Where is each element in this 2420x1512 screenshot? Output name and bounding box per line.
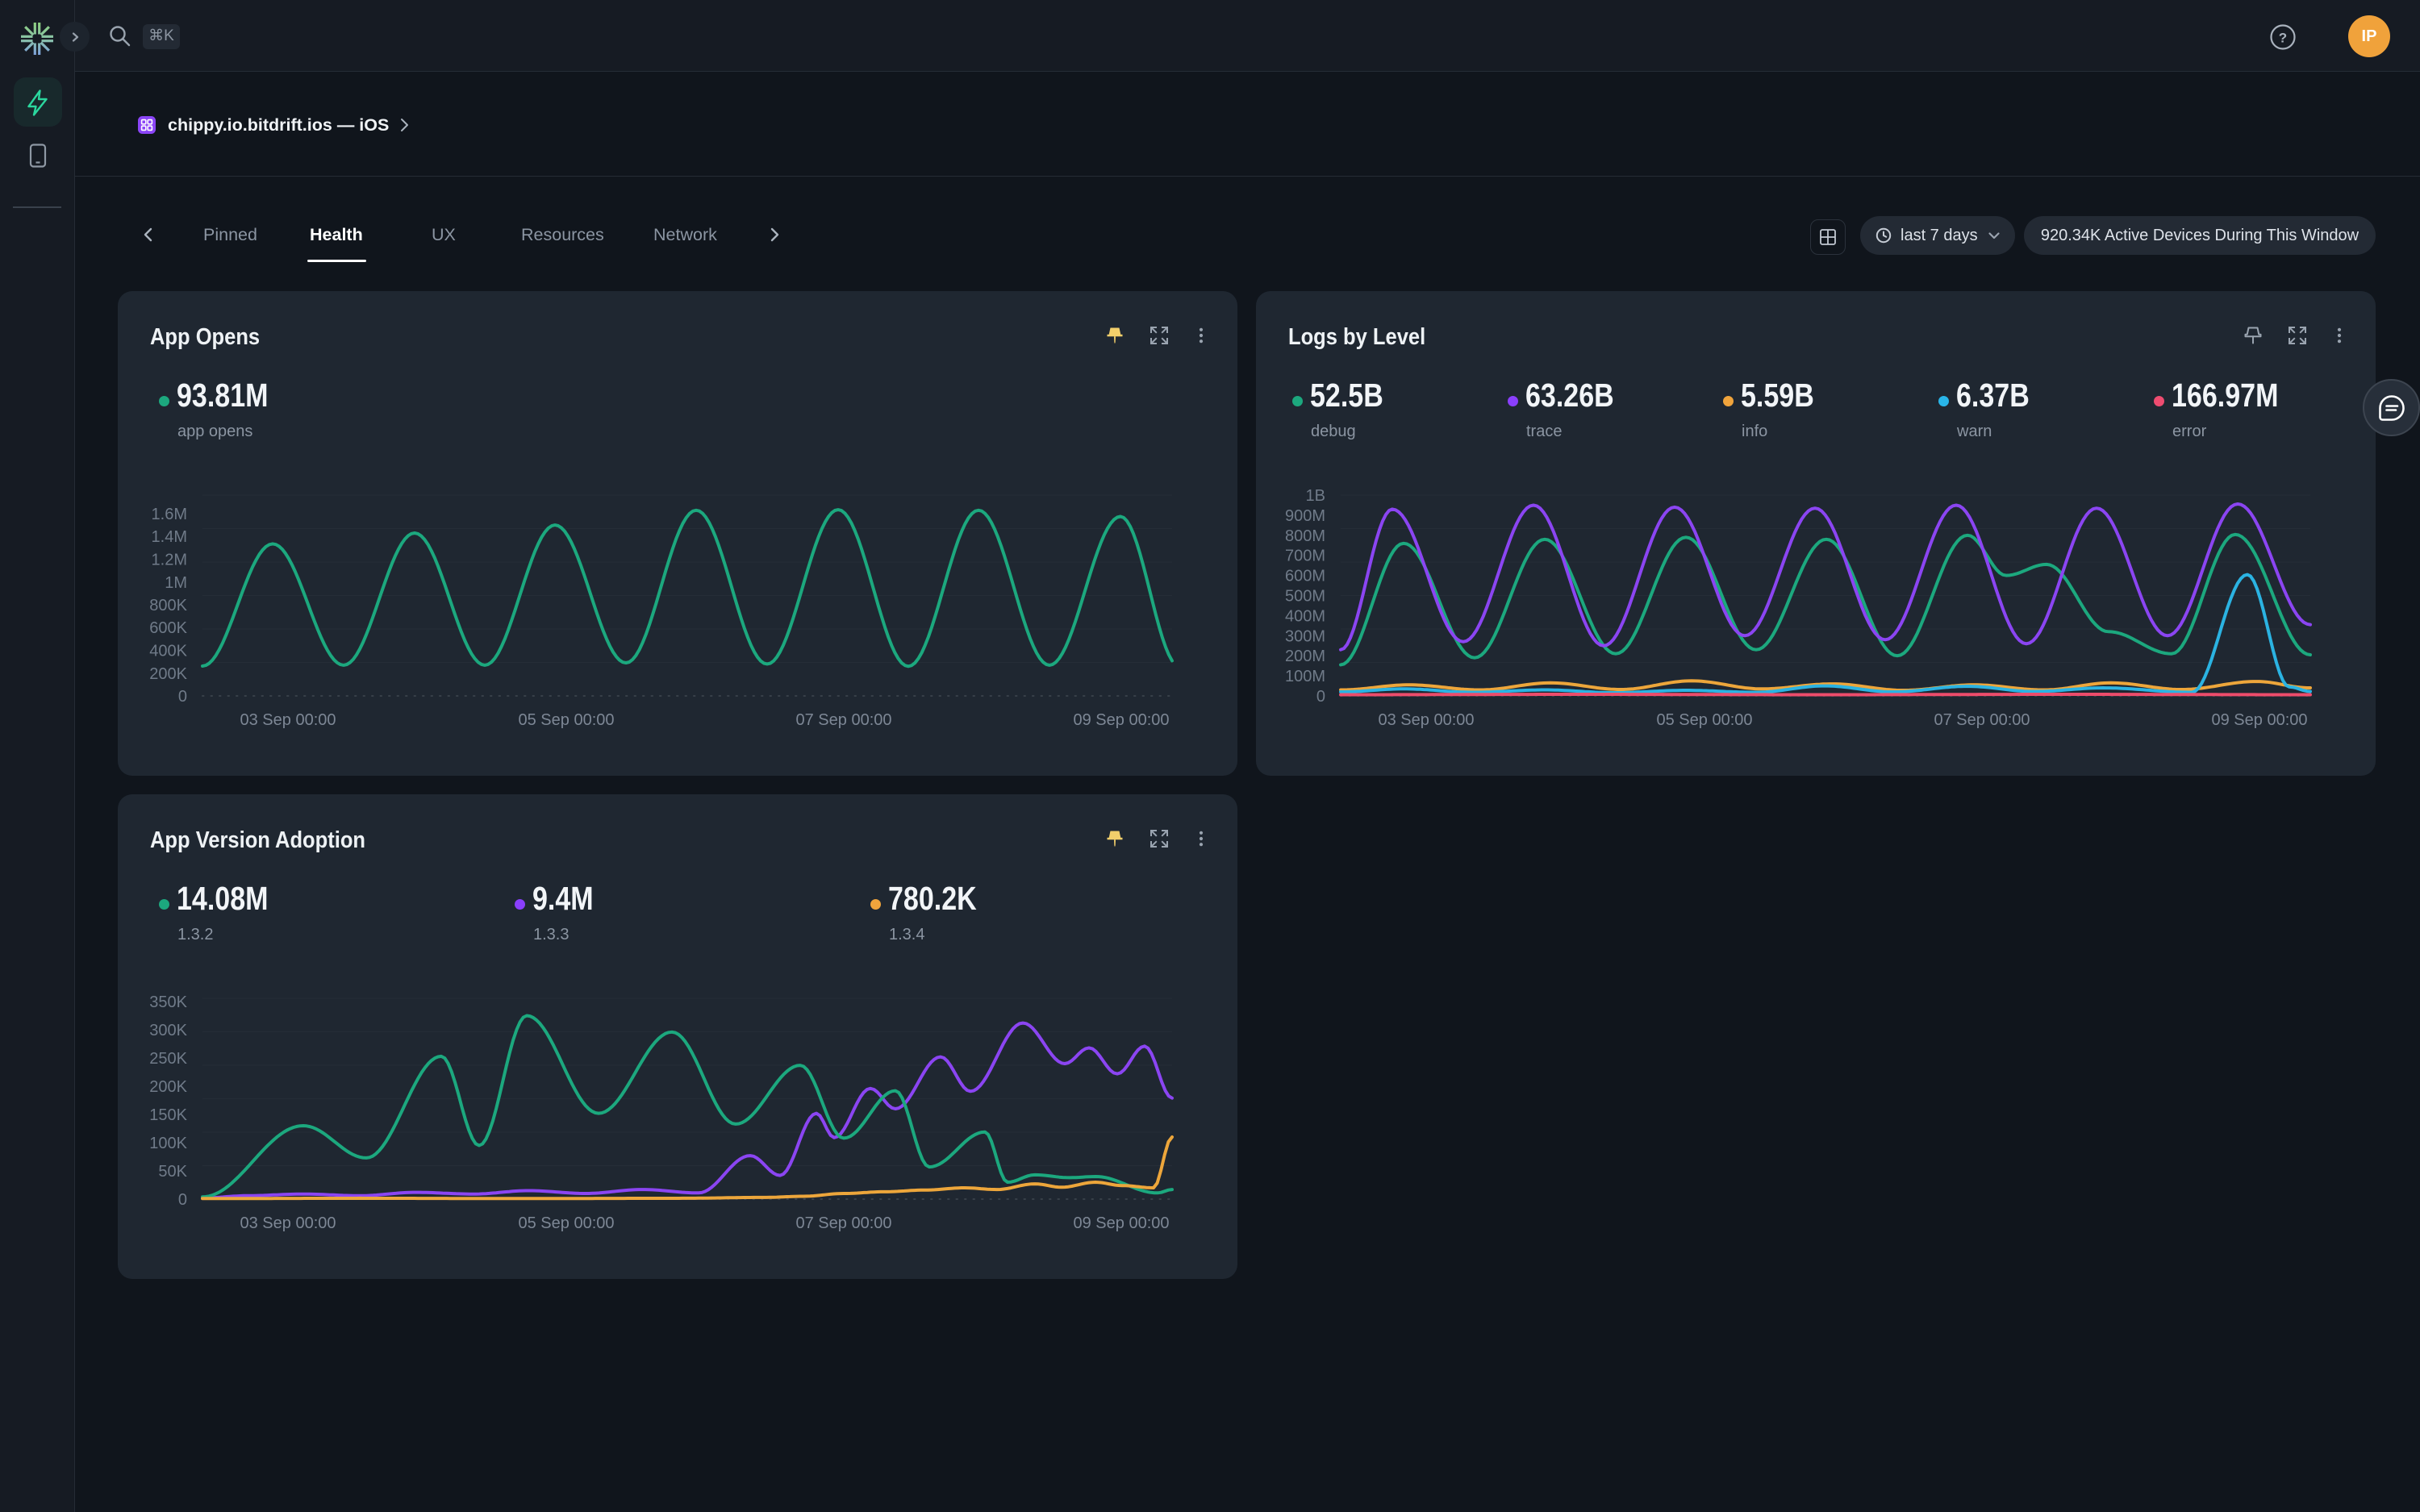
svg-text:100K: 100K [149, 1135, 187, 1152]
svg-text:?: ? [2279, 31, 2287, 46]
svg-text:1.4M: 1.4M [152, 528, 187, 546]
svg-text:1M: 1M [165, 574, 187, 592]
svg-text:05 Sep 00:00: 05 Sep 00:00 [519, 711, 615, 729]
svg-text:600M: 600M [1285, 568, 1325, 585]
svg-text:200M: 200M [1285, 648, 1325, 665]
svg-text:07 Sep 00:00: 07 Sep 00:00 [1934, 711, 2030, 729]
svg-text:05 Sep 00:00: 05 Sep 00:00 [1657, 711, 1753, 729]
svg-text:200K: 200K [149, 665, 187, 683]
svg-text:07 Sep 00:00: 07 Sep 00:00 [796, 1214, 892, 1232]
svg-text:900M: 900M [1285, 507, 1325, 525]
svg-text:100M: 100M [1285, 668, 1325, 685]
svg-text:0: 0 [1316, 688, 1325, 706]
svg-text:0: 0 [178, 688, 187, 706]
svg-text:09 Sep 00:00: 09 Sep 00:00 [1074, 711, 1170, 729]
svg-text:150K: 150K [149, 1106, 187, 1124]
svg-text:09 Sep 00:00: 09 Sep 00:00 [1074, 1214, 1170, 1232]
svg-text:400M: 400M [1285, 607, 1325, 625]
svg-text:07 Sep 00:00: 07 Sep 00:00 [796, 711, 892, 729]
svg-text:03 Sep 00:00: 03 Sep 00:00 [240, 711, 336, 729]
svg-text:600K: 600K [149, 619, 187, 637]
svg-text:800M: 800M [1285, 527, 1325, 545]
svg-text:03 Sep 00:00: 03 Sep 00:00 [1379, 711, 1475, 729]
svg-text:500M: 500M [1285, 588, 1325, 606]
svg-text:1.6M: 1.6M [152, 506, 187, 523]
svg-text:250K: 250K [149, 1050, 187, 1068]
svg-text:1.2M: 1.2M [152, 552, 187, 569]
svg-text:400K: 400K [149, 643, 187, 660]
svg-text:1B: 1B [1306, 487, 1325, 505]
svg-text:0: 0 [178, 1191, 187, 1209]
svg-text:700M: 700M [1285, 548, 1325, 565]
svg-text:03 Sep 00:00: 03 Sep 00:00 [240, 1214, 336, 1232]
svg-text:05 Sep 00:00: 05 Sep 00:00 [519, 1214, 615, 1232]
svg-text:300K: 300K [149, 1022, 187, 1039]
svg-text:09 Sep 00:00: 09 Sep 00:00 [2212, 711, 2308, 729]
svg-text:50K: 50K [158, 1163, 187, 1181]
svg-text:200K: 200K [149, 1078, 187, 1096]
svg-text:300M: 300M [1285, 627, 1325, 645]
svg-text:800K: 800K [149, 597, 187, 614]
svg-text:350K: 350K [149, 993, 187, 1011]
